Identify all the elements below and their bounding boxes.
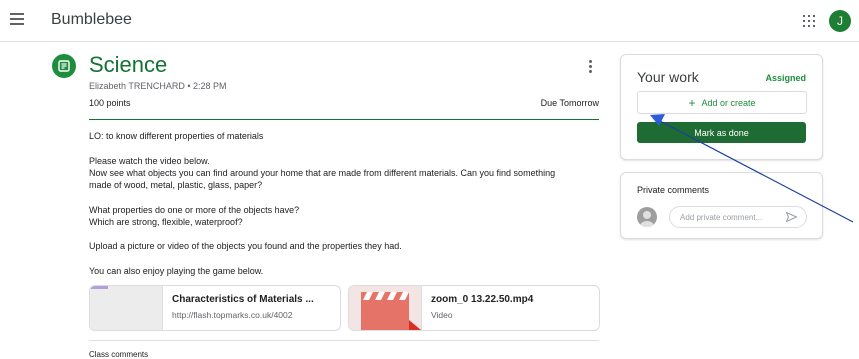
assignment-meta: Elizabeth TRENCHARD • 2:28 PM (89, 81, 227, 91)
description-line: Now see what objects you can find around… (89, 168, 556, 178)
clapperboard-icon (361, 292, 421, 330)
add-or-create-label: Add or create (701, 97, 756, 108)
hamburger-menu-icon[interactable] (10, 13, 24, 25)
description-line: LO: to know different properties of mate… (89, 131, 264, 141)
assignment-points: 100 points (89, 98, 131, 108)
description-line: Upload a picture or video of the objects… (89, 241, 402, 251)
attachment-title: zoom_0 13.22.50.mp4 (431, 294, 534, 305)
top-app-bar: Bumblebee J (0, 0, 859, 42)
link-attachment[interactable]: Characteristics of Materials ... http://… (89, 285, 341, 331)
attachment-subtitle: Video (431, 310, 453, 320)
user-avatar[interactable]: J (829, 10, 851, 32)
private-comments-title: Private comments (637, 185, 710, 195)
due-date: Due Tomorrow (540, 98, 599, 108)
description-line: made of wood, metal, plastic, glass, pap… (89, 180, 263, 190)
add-or-create-button[interactable]: + Add or create (637, 91, 807, 114)
assignment-icon (52, 54, 76, 78)
attachment-title: Characteristics of Materials ... (172, 294, 314, 305)
description-line: Please watch the video below. (89, 156, 210, 166)
your-work-title: Your work (637, 69, 699, 85)
video-thumbnail (349, 286, 422, 330)
private-comment-field[interactable] (669, 206, 807, 228)
description-line: Which are strong, flexible, waterproof? (89, 217, 243, 227)
link-thumbnail (90, 286, 163, 330)
comments-divider (89, 340, 599, 341)
your-work-card: Your work Assigned + Add or create Mark … (620, 54, 823, 160)
attachment-subtitle: http://flash.topmarks.co.uk/4002 (172, 310, 293, 320)
person-icon (640, 211, 654, 227)
status-badge: Assigned (765, 73, 806, 83)
description-line: You can also enjoy playing the game belo… (89, 266, 264, 276)
mark-as-done-button[interactable]: Mark as done (637, 122, 806, 143)
video-attachment[interactable]: zoom_0 13.22.50.mp4 Video (348, 285, 600, 331)
app-name[interactable]: Bumblebee (51, 11, 132, 29)
description-line: What properties do one or more of the ob… (89, 205, 300, 215)
private-comment-input[interactable] (680, 210, 780, 224)
apps-grid-icon[interactable] (803, 15, 815, 27)
send-icon[interactable] (786, 212, 797, 222)
plus-icon: + (688, 95, 696, 110)
commenter-avatar (637, 207, 657, 227)
private-comments-card: Private comments (620, 172, 823, 239)
header-divider (89, 119, 599, 120)
assignment-title: Science (89, 52, 168, 77)
more-options-icon[interactable] (589, 60, 592, 75)
